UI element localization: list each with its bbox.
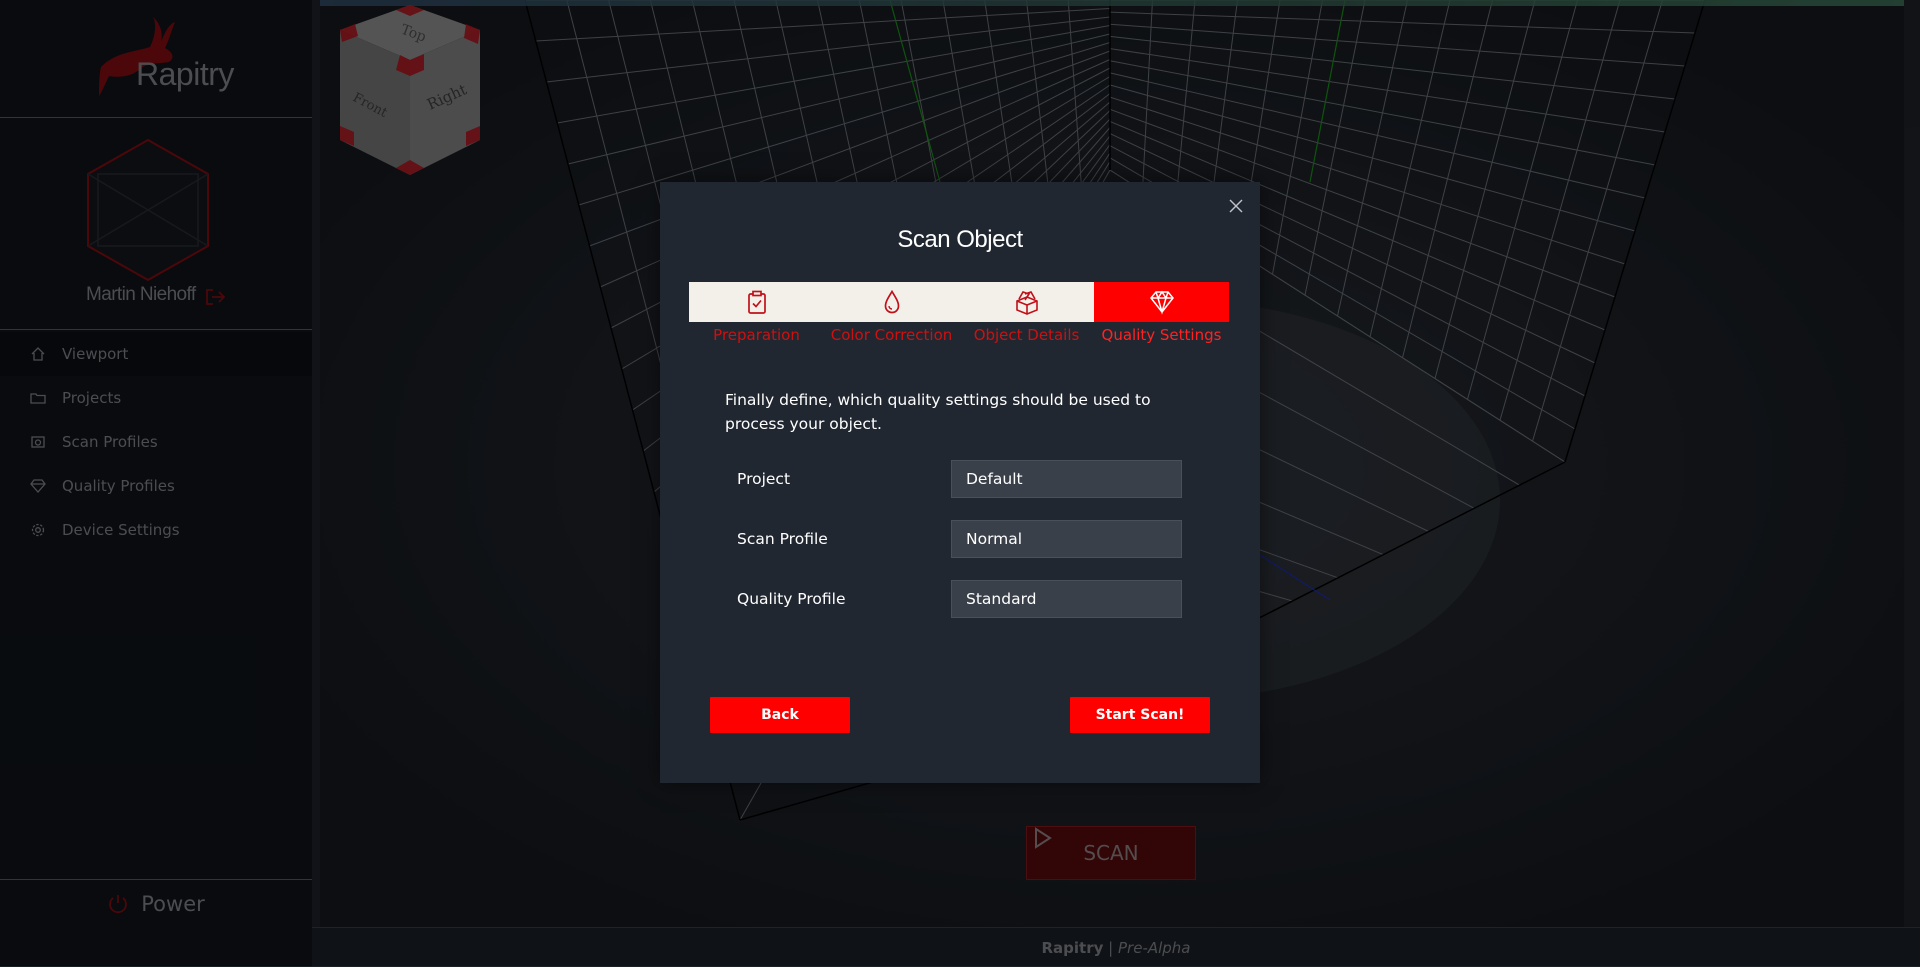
dialog-intro-text: Finally define, which quality settings s… <box>725 391 1151 433</box>
project-row: Project Default <box>737 460 1185 500</box>
wizard-steps <box>689 282 1229 322</box>
step-label[interactable]: Preparation <box>689 326 824 344</box>
back-button[interactable]: Back <box>710 697 850 733</box>
step-label[interactable]: Quality Settings <box>1094 326 1229 344</box>
quality-profile-row: Quality Profile Standard <box>737 580 1185 620</box>
quality-profile-label: Quality Profile <box>737 590 846 608</box>
project-select[interactable]: Default <box>951 460 1182 498</box>
scan-object-dialog: Scan Object Preparation Color Correction… <box>660 182 1260 783</box>
diamond-icon <box>1149 290 1174 315</box>
scan-profile-select[interactable]: Normal <box>951 520 1182 558</box>
wizard-step-labels: Preparation Color Correction Object Deta… <box>689 326 1229 344</box>
start-scan-button[interactable]: Start Scan! <box>1070 697 1210 733</box>
close-icon[interactable] <box>1226 196 1246 216</box>
step-quality-settings[interactable] <box>1094 282 1229 322</box>
step-color-correction[interactable] <box>824 282 959 322</box>
dialog-title: Scan Object <box>897 226 1023 253</box>
step-object-details[interactable] <box>959 282 1094 322</box>
clipboard-check-icon <box>747 290 766 314</box>
quality-profile-select[interactable]: Standard <box>951 580 1182 618</box>
boxes-icon <box>1015 291 1038 315</box>
scan-profile-label: Scan Profile <box>737 530 828 548</box>
scan-profile-row: Scan Profile Normal <box>737 520 1185 560</box>
drop-icon <box>884 289 899 314</box>
project-label: Project <box>737 470 791 488</box>
step-preparation[interactable] <box>689 282 824 322</box>
step-label[interactable]: Object Details <box>959 326 1094 344</box>
step-label[interactable]: Color Correction <box>824 326 959 344</box>
